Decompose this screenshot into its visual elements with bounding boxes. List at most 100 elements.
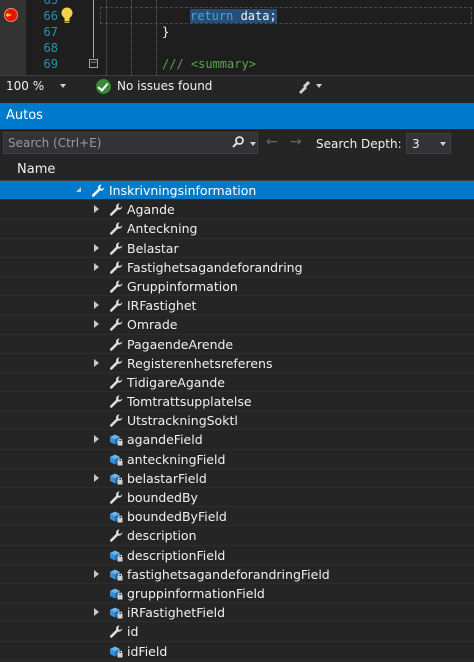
code-cleanup-dropdown-icon[interactable]	[316, 84, 322, 88]
tree-row-label: Registerenhetsreferens	[127, 355, 273, 371]
field-icon	[108, 567, 123, 582]
tree-row-label: Fastighetsagandeforandring	[127, 259, 303, 275]
tree-row-label: gruppinformationField	[127, 585, 265, 601]
tree-row[interactable]: TidigareAgande	[0, 373, 474, 393]
expand-arrow-icon[interactable]	[94, 262, 99, 271]
tree-row-label: Agande	[127, 202, 175, 218]
editor-status-bar: 100 % No issues found	[0, 75, 474, 97]
search-options-dropdown-icon[interactable]	[250, 142, 256, 146]
chevron-down-icon[interactable]	[440, 142, 446, 146]
tree-row[interactable]: gruppinformationField	[0, 584, 474, 604]
keyword: return	[190, 9, 234, 23]
zoom-dropdown-icon[interactable]	[60, 84, 66, 88]
wrench-icon	[108, 356, 123, 371]
code-cleanup-brush-icon[interactable]	[296, 79, 312, 95]
field-icon	[108, 548, 123, 563]
wrench-icon	[90, 183, 105, 198]
autos-window-title[interactable]: Autos	[0, 103, 474, 129]
collapse-arrow-icon[interactable]	[76, 187, 81, 192]
tree-row-label: idField	[127, 643, 168, 659]
lightbulb-icon[interactable]	[60, 7, 74, 24]
expand-arrow-icon[interactable]	[94, 608, 99, 617]
code-line-66[interactable]: return data;	[190, 9, 277, 23]
tree-row-label: Omrade	[127, 317, 178, 333]
line-number: 67	[43, 25, 58, 39]
search-placeholder: Search (Ctrl+E)	[8, 136, 102, 150]
zoom-level[interactable]: 100 %	[6, 79, 44, 93]
tree-row[interactable]: Tomtrattsupplatelse	[0, 392, 474, 412]
column-header-name[interactable]: Name	[17, 162, 55, 177]
tree-row-label: Anteckning	[127, 221, 198, 237]
tree-row[interactable]: iRFastighetField	[0, 603, 474, 623]
tree-row-label: Inskrivningsinformation	[109, 183, 257, 198]
expand-arrow-icon[interactable]	[94, 243, 99, 252]
wrench-icon	[108, 260, 123, 275]
tree-row[interactable]: Anteckning	[0, 219, 474, 239]
tree-row[interactable]: id	[0, 622, 474, 642]
tree-row-label: UtstrackningSoktl	[127, 413, 238, 429]
tree-row[interactable]: UtstrackningSoktl	[0, 411, 474, 431]
tree-row[interactable]: Registerenhetsreferens	[0, 354, 474, 373]
breakpoint-current-statement-icon[interactable]	[4, 8, 18, 22]
expand-arrow-icon[interactable]	[94, 358, 99, 367]
line-number: 66	[43, 9, 58, 23]
field-icon	[108, 509, 123, 524]
autos-tree: Inskrivningsinformation Agande Anteckning B…	[0, 181, 474, 661]
tree-row[interactable]: description	[0, 526, 474, 546]
tree-row[interactable]: idField	[0, 642, 474, 661]
tree-row-label: agandeField	[127, 432, 203, 448]
wrench-icon	[108, 202, 123, 217]
expand-arrow-icon[interactable]	[94, 435, 99, 444]
wrench-icon	[108, 413, 123, 428]
tree-row[interactable]: Inskrivningsinformation	[0, 181, 474, 201]
tree-row[interactable]: IRFastighet	[0, 296, 474, 316]
field-icon	[108, 586, 123, 601]
wrench-icon	[108, 298, 123, 313]
search-icon[interactable]	[232, 136, 244, 148]
wrench-icon	[108, 624, 123, 639]
issues-status[interactable]: No issues found	[117, 79, 212, 93]
expand-arrow-icon[interactable]	[94, 569, 99, 578]
field-icon	[108, 644, 123, 659]
code-line-69[interactable]: /// <summary>	[162, 57, 256, 71]
expand-arrow-icon[interactable]	[94, 301, 99, 310]
current-line-highlight	[100, 7, 472, 24]
search-input[interactable]: Search (Ctrl+E)	[3, 132, 258, 154]
fold-guide-line	[93, 0, 94, 58]
tree-row[interactable]: descriptionField	[0, 546, 474, 565]
tree-row[interactable]: Omrade	[0, 315, 474, 335]
tree-row[interactable]: fastighetsagandeforandringField	[0, 565, 474, 584]
tree-row[interactable]: Belastar	[0, 239, 474, 258]
search-depth-label: Search Depth:	[316, 137, 402, 151]
column-header-row: Name	[0, 159, 474, 181]
code-editor[interactable]: 65 66 67 68 69 − return data; } /// <sum…	[0, 0, 474, 75]
expand-arrow-icon[interactable]	[94, 473, 99, 482]
line-number: 65	[43, 0, 58, 7]
tree-row[interactable]: boundedByField	[0, 507, 474, 527]
expand-arrow-icon[interactable]	[94, 320, 99, 329]
search-forward-arrow-icon[interactable]: →	[290, 134, 302, 150]
tree-row-label: IRFastighet	[127, 298, 197, 314]
tree-row[interactable]: anteckningField	[0, 450, 474, 469]
field-icon	[108, 452, 123, 467]
tree-row[interactable]: Fastighetsagandeforandring	[0, 258, 474, 277]
wrench-icon	[108, 528, 123, 543]
wrench-icon	[108, 279, 123, 294]
search-depth-select[interactable]: 3	[406, 133, 451, 154]
collapse-region-icon[interactable]: −	[89, 59, 98, 68]
tree-row-label: description	[127, 528, 197, 544]
code-line-67[interactable]: }	[162, 25, 169, 39]
tree-row-label: fastighetsagandeforandringField	[127, 566, 330, 582]
tree-row-label: Belastar	[127, 240, 179, 256]
wrench-icon	[108, 394, 123, 409]
tree-row[interactable]: PagaendeArende	[0, 335, 474, 354]
breakpoint-margin[interactable]	[0, 0, 26, 75]
tree-row[interactable]: boundedBy	[0, 488, 474, 508]
tree-row[interactable]: belastarField	[0, 469, 474, 488]
tree-row[interactable]: Agande	[0, 200, 474, 220]
tree-row[interactable]: agandeField	[0, 430, 474, 450]
search-back-arrow-icon[interactable]: ←	[266, 134, 278, 150]
tree-row-label: boundedBy	[127, 490, 198, 505]
expand-arrow-icon[interactable]	[94, 205, 99, 214]
tree-row[interactable]: Gruppinformation	[0, 277, 474, 297]
